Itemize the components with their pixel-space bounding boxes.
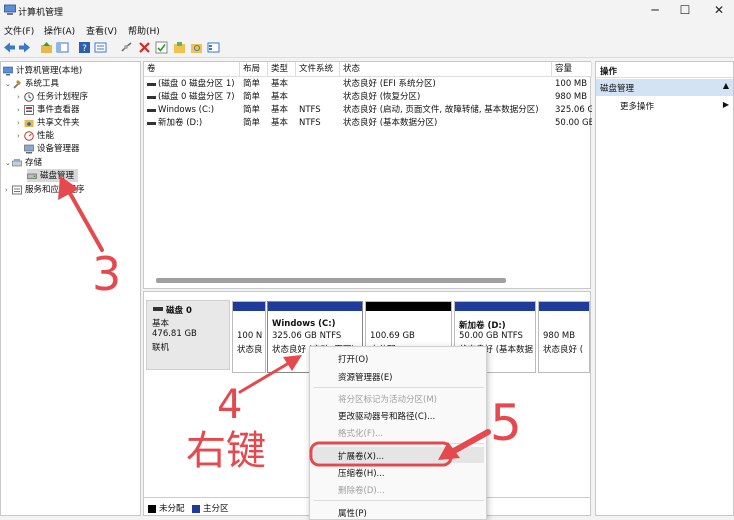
annotation-right-click: 右键 [186, 428, 266, 474]
annotation-step-4: 4 [217, 382, 243, 428]
annotation-arrow-4 [238, 355, 302, 394]
annotation-arrow-3 [58, 176, 104, 252]
annotation-highlight-box [309, 441, 453, 467]
annotation-arrow-5 [438, 429, 491, 460]
annotation-step-5: 5 [490, 394, 522, 452]
annotation-step-3: 3 [92, 247, 122, 301]
